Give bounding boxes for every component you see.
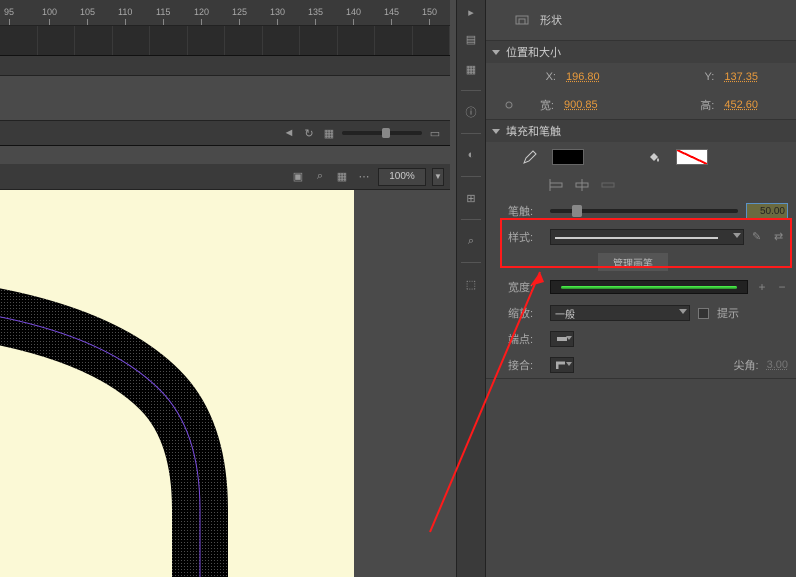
shape-section: 形状	[486, 0, 796, 41]
width-profile-label: 宽度:	[508, 279, 542, 295]
align-icon-3[interactable]	[600, 177, 616, 193]
disclosure-triangle-icon	[492, 129, 500, 134]
join-dropdown[interactable]	[550, 357, 574, 373]
ruler-tick-label: 150	[422, 7, 437, 17]
fill-color-icon[interactable]	[646, 149, 662, 165]
align-icon-1[interactable]	[548, 177, 564, 193]
timeline-info-bar	[0, 56, 450, 76]
ruler-horizontal: 95 100 105 110 115 120 125 130 135 140 1…	[0, 0, 450, 26]
fill-stroke-section: 填充和笔触 笔触: 50.00 样式:	[486, 120, 796, 379]
align-panel-icon[interactable]: ▦	[462, 60, 480, 78]
manage-brushes-button[interactable]: 管理画笔	[598, 253, 668, 271]
scale-dropdown[interactable]: 一般	[550, 305, 690, 321]
position-size-title: 位置和大小	[506, 44, 561, 60]
link-icon[interactable]	[502, 98, 516, 112]
remove-profile-icon[interactable]: −	[776, 281, 788, 293]
add-profile-icon[interactable]: +	[756, 281, 768, 293]
stroke-weight-slider[interactable]	[550, 209, 738, 213]
ruler-tick-label: 125	[232, 7, 247, 17]
dock-collapse-icon[interactable]: ▸	[462, 6, 480, 18]
position-size-header[interactable]: 位置和大小	[486, 41, 796, 63]
fill-stroke-header[interactable]: 填充和笔触	[486, 120, 796, 142]
search-icon[interactable]: ⌕	[462, 232, 480, 250]
ruler-tick-label: 120	[194, 7, 209, 17]
ruler-tick-label: 110	[118, 7, 132, 17]
timeline-controls: ◄ ↻ ▦ ▭	[0, 120, 450, 146]
ruler-tick-label: 130	[270, 7, 285, 17]
stroke-style-dropdown[interactable]	[550, 229, 744, 245]
stroke-color-swatch[interactable]	[552, 149, 584, 165]
library-icon[interactable]: ▤	[462, 30, 480, 48]
y-label: Y:	[686, 71, 714, 83]
x-value[interactable]: 196.80	[566, 71, 600, 83]
align-icon-2[interactable]	[574, 177, 590, 193]
ruler-tick-label: 135	[308, 7, 323, 17]
ruler-tick-label: 145	[384, 7, 399, 17]
swap-icon[interactable]: ⇄	[774, 230, 788, 244]
timeline-zoom-in-icon[interactable]: ▭	[428, 126, 442, 140]
ruler-tick-label: 100	[42, 7, 57, 17]
transform-icon[interactable]: ⊞	[462, 189, 480, 207]
width-label: 宽:	[526, 97, 554, 113]
play-prev-icon[interactable]: ◄	[282, 126, 296, 140]
shape-title: 形状	[540, 12, 562, 28]
canvas-toolbar: ▣ ⌕ ▦ ⋯ 100% ▼	[0, 164, 450, 190]
selection-icon[interactable]: ⬚	[462, 275, 480, 293]
zoom-dropdown[interactable]: ▼	[432, 168, 444, 186]
fill-stroke-title: 填充和笔触	[506, 123, 561, 139]
width-profile-dropdown[interactable]	[550, 280, 748, 294]
ruler-tick-label: 95	[4, 7, 14, 17]
grid-icon[interactable]: ▦	[334, 169, 350, 185]
hint-checkbox[interactable]	[698, 308, 709, 319]
join-label: 接合:	[508, 357, 542, 373]
x-label: X:	[528, 71, 556, 83]
properties-panel: 形状 位置和大小 X: 196.80 Y: 137.35 宽: 900.85 高…	[486, 0, 796, 577]
vertical-dock: ▸ ▤ ▦ ⓘ ◐ ⊞ ⌕ ⬚	[456, 0, 486, 577]
canvas-area	[0, 190, 370, 577]
ruler-tick-label: 115	[156, 7, 170, 17]
stroke-style-label: 样式:	[508, 229, 542, 245]
edit-style-icon[interactable]: ✎	[752, 230, 766, 244]
snap-icon[interactable]: ⌕	[312, 169, 328, 185]
swatches-icon[interactable]: ◐	[462, 146, 480, 164]
disclosure-triangle-icon	[492, 50, 500, 55]
cap-label: 端点:	[508, 331, 542, 347]
height-label: 高:	[686, 97, 714, 113]
camera-icon[interactable]: ▣	[290, 169, 306, 185]
loop-icon[interactable]: ↻	[302, 126, 316, 140]
height-value[interactable]: 452.60	[724, 99, 758, 111]
timeline-track[interactable]	[0, 26, 450, 56]
onion-icon[interactable]: ▦	[322, 126, 336, 140]
stroke-weight-input[interactable]: 50.00	[746, 203, 788, 219]
cap-dropdown[interactable]	[550, 331, 574, 347]
position-size-section: 位置和大小 X: 196.80 Y: 137.35 宽: 900.85 高: 4…	[486, 41, 796, 120]
scale-value: 一般	[555, 306, 575, 321]
fill-color-swatch[interactable]	[676, 149, 708, 165]
ruler-tick-label: 140	[346, 7, 361, 17]
stroke-weight-label: 笔触:	[508, 203, 542, 219]
zoom-value[interactable]: 100%	[378, 168, 426, 186]
width-value[interactable]: 900.85	[564, 99, 598, 111]
stroke-color-icon[interactable]	[522, 149, 538, 165]
info-icon[interactable]: ⓘ	[462, 103, 480, 121]
ruler-tick-label: 105	[80, 7, 95, 17]
hint-label: 提示	[717, 305, 739, 321]
shape-type-icon	[514, 12, 530, 28]
y-value[interactable]: 137.35	[724, 71, 758, 83]
scale-label: 缩放:	[508, 305, 542, 321]
stage-canvas[interactable]	[0, 190, 354, 577]
timeline-zoom-slider[interactable]	[342, 131, 422, 135]
overflow-icon[interactable]: ⋯	[356, 169, 372, 185]
miter-label: 尖角:	[734, 357, 759, 373]
miter-value[interactable]: 3.00	[767, 359, 788, 371]
